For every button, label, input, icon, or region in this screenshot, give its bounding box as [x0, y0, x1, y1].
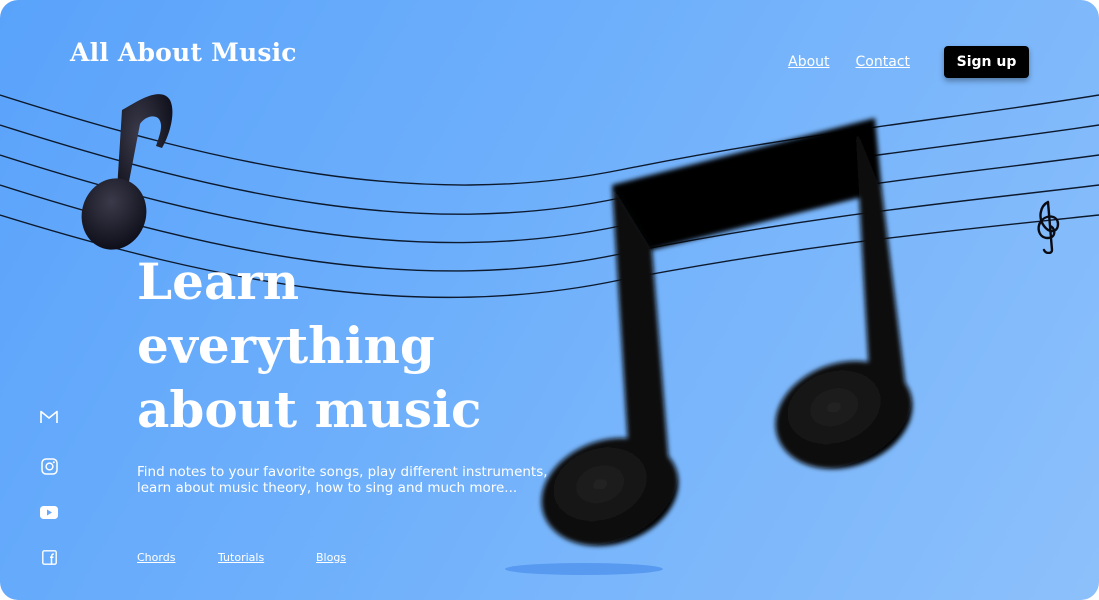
site-logo[interactable]: All About Music [70, 38, 297, 67]
hero-title: Learn everything about music [137, 250, 557, 442]
hero-title-line: everything [137, 316, 435, 375]
nav-about-link[interactable]: About [788, 54, 829, 70]
signup-button[interactable]: Sign up [944, 46, 1029, 78]
footer-tutorials-link[interactable]: Tutorials [218, 551, 264, 564]
hero-title-line: about music [137, 380, 482, 439]
facebook-icon[interactable] [38, 546, 60, 568]
landing-page: All About Music About Contact Sign up Le… [0, 0, 1099, 600]
footer-blogs-link[interactable]: Blogs [316, 551, 346, 564]
eighth-note-icon [81, 94, 173, 250]
top-nav: About Contact Sign up [788, 46, 1029, 78]
gmail-icon[interactable] [38, 406, 60, 428]
hero-description-line: learn about music theory, how to sing an… [137, 480, 518, 496]
treble-clef-icon [1037, 200, 1060, 254]
hero-description: Find notes to your favorite songs, play … [137, 464, 557, 496]
hero-description-line: Find notes to your favorite songs, play … [137, 464, 548, 480]
note-shadow [505, 563, 663, 575]
hero-title-line: Learn [137, 252, 300, 311]
footer-chords-link[interactable]: Chords [137, 551, 175, 564]
footer-links: Chords Tutorials Blogs [137, 551, 397, 567]
nav-contact-link[interactable]: Contact [856, 54, 910, 70]
youtube-icon[interactable] [38, 501, 60, 523]
beamed-note-icon [541, 118, 913, 546]
instagram-icon[interactable] [38, 455, 60, 477]
